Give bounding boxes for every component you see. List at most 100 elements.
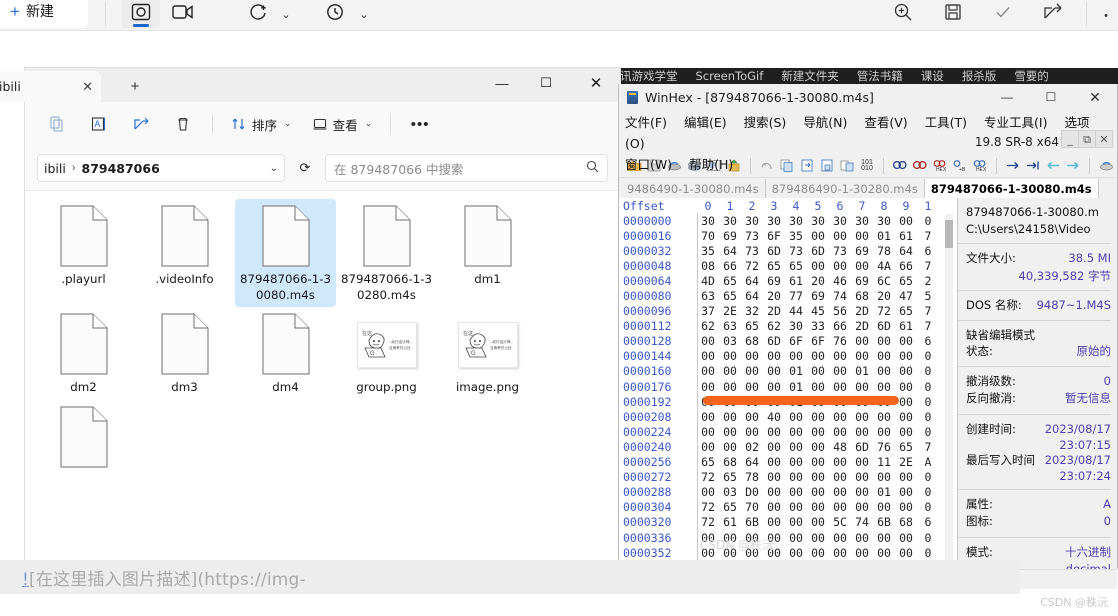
- hex-byte[interactable]: 47: [895, 289, 917, 303]
- hex-byte[interactable]: 00: [895, 349, 917, 363]
- hex-byte[interactable]: 00: [807, 485, 829, 499]
- hex-byte[interactable]: 00: [697, 349, 719, 363]
- hex-row[interactable]: 0000112 62 63 65 62 30 33 66 2D 6D 61 7: [619, 319, 957, 334]
- hex-row[interactable]: 0000064 4D 65 64 69 61 20 46 69 6C 65 2: [619, 273, 957, 288]
- hex-byte[interactable]: 66: [719, 259, 741, 273]
- hex-row[interactable]: 0000160 00 00 00 00 01 00 00 01 00 00 0: [619, 364, 957, 379]
- hex-byte[interactable]: 0: [917, 410, 939, 424]
- hex-byte[interactable]: 66: [829, 319, 851, 333]
- hex-byte[interactable]: 2D: [763, 304, 785, 318]
- back-arrow-icon[interactable]: [1044, 157, 1062, 175]
- menu-item-specialist[interactable]: 专业工具(I): [984, 115, 1047, 130]
- hex-byte[interactable]: 7: [917, 440, 939, 454]
- hex-byte[interactable]: 00: [719, 410, 741, 424]
- hex-byte[interactable]: 00: [785, 455, 807, 469]
- hex-byte[interactable]: 65: [763, 259, 785, 273]
- hex-byte[interactable]: 00: [851, 546, 873, 560]
- bookmark-item[interactable]: 雪要的: [1014, 68, 1049, 84]
- hex-byte[interactable]: 45: [807, 304, 829, 318]
- hex-byte[interactable]: D0: [741, 485, 763, 499]
- chevron-down-icon[interactable]: ⌄: [365, 119, 373, 129]
- hex-byte[interactable]: 46: [829, 274, 851, 288]
- hex-byte[interactable]: 00: [763, 470, 785, 484]
- hex-byte[interactable]: 00: [873, 425, 895, 439]
- tab-879486490-30280[interactable]: 879486490-1-30280.m4s: [766, 179, 925, 198]
- hex-byte[interactable]: 00: [697, 440, 719, 454]
- hex-byte[interactable]: 70: [741, 500, 763, 514]
- hex-byte[interactable]: 64: [741, 274, 763, 288]
- hex-byte[interactable]: 6: [917, 244, 939, 258]
- hex-editor-pane[interactable]: Offset 0 1 2 3 4 5 6 7 8 9 1 0000000 30 …: [619, 198, 957, 569]
- hex-byte[interactable]: 6F: [763, 229, 785, 243]
- hex-byte[interactable]: 00: [763, 349, 785, 363]
- tab-879486490-30080[interactable]: 9486490-1-30080.m4s: [621, 179, 766, 198]
- hex-byte[interactable]: 00: [829, 364, 851, 378]
- hex-byte[interactable]: 65: [895, 440, 917, 454]
- hex-byte[interactable]: 44: [785, 304, 807, 318]
- hex-byte[interactable]: 00: [829, 500, 851, 514]
- hex-byte[interactable]: 00: [829, 349, 851, 363]
- hex-byte[interactable]: 00: [851, 455, 873, 469]
- hex-byte[interactable]: 00: [719, 440, 741, 454]
- hex-byte[interactable]: 00: [763, 380, 785, 394]
- hex-byte[interactable]: 5: [917, 289, 939, 303]
- menu-item-view[interactable]: 查看(V): [864, 115, 907, 130]
- hex-byte[interactable]: 65: [719, 470, 741, 484]
- breadcrumb-root[interactable]: ibili: [44, 161, 66, 176]
- hex-byte[interactable]: 30: [763, 214, 785, 228]
- gif-record-icon[interactable]: [240, 0, 278, 28]
- hex-byte[interactable]: 65: [719, 289, 741, 303]
- hex-row[interactable]: 0000080 63 65 64 20 77 69 74 68 20 47 5: [619, 288, 957, 303]
- hex-byte[interactable]: 00: [829, 546, 851, 560]
- hex-byte[interactable]: 00: [741, 364, 763, 378]
- zoom-in-icon[interactable]: [884, 0, 922, 28]
- list-item[interactable]: 在这 G --欢行这计神-- 互换考付公社 group.png: [336, 307, 437, 400]
- copy-block-icon[interactable]: [838, 157, 856, 175]
- hex-byte[interactable]: 00: [851, 349, 873, 363]
- list-item[interactable]: .playurl: [33, 199, 134, 307]
- hex-row[interactable]: 0000272 72 65 78 00 00 00 00 00 00 00 0: [619, 470, 957, 485]
- hex-byte[interactable]: 00: [719, 364, 741, 378]
- hex-byte[interactable]: 68: [851, 289, 873, 303]
- hex-byte[interactable]: 0: [917, 380, 939, 394]
- hex-byte[interactable]: 0: [917, 485, 939, 499]
- list-item[interactable]: dm4: [235, 307, 336, 400]
- hex-byte[interactable]: 62: [763, 319, 785, 333]
- bookmark-item[interactable]: 新建文件夹: [781, 68, 839, 84]
- search-hex-icon[interactable]: HEX: [971, 157, 989, 175]
- list-item[interactable]: dm3: [134, 307, 235, 400]
- winhex-close-button[interactable]: ✕: [1073, 84, 1117, 110]
- hex-byte[interactable]: 01: [873, 485, 895, 499]
- hex-byte[interactable]: 30: [741, 214, 763, 228]
- hex-byte[interactable]: 00: [807, 500, 829, 514]
- sort-button[interactable]: 排序 ⌄: [222, 108, 301, 140]
- hex-byte[interactable]: 11: [873, 455, 895, 469]
- hex-byte[interactable]: 64: [895, 244, 917, 258]
- explorer-tab-ibili[interactable]: ibili ✕: [0, 71, 101, 102]
- hex-byte[interactable]: 2E: [719, 304, 741, 318]
- hex-byte[interactable]: 00: [741, 425, 763, 439]
- hex-byte[interactable]: 72: [741, 259, 763, 273]
- hex-byte[interactable]: 48: [829, 440, 851, 454]
- hex-byte[interactable]: 00: [873, 500, 895, 514]
- hex-byte[interactable]: 0: [917, 349, 939, 363]
- hex-byte[interactable]: 00: [895, 334, 917, 348]
- list-item-selected[interactable]: 879487066-1-30080.m4s: [235, 199, 336, 308]
- hex-byte[interactable]: 00: [785, 515, 807, 529]
- hex-byte[interactable]: 00: [785, 425, 807, 439]
- hex-byte[interactable]: 0: [917, 364, 939, 378]
- hex-byte[interactable]: 30: [829, 214, 851, 228]
- hex-byte[interactable]: 68: [719, 455, 741, 469]
- close-icon[interactable]: ✕: [82, 80, 93, 93]
- hex-row[interactable]: 0000288 00 03 D0 00 00 00 00 00 01 00 0: [619, 485, 957, 500]
- hex-byte[interactable]: 00: [785, 500, 807, 514]
- hex-byte[interactable]: 62: [697, 319, 719, 333]
- hex-byte[interactable]: 00: [829, 470, 851, 484]
- hex-byte[interactable]: 65: [895, 274, 917, 288]
- hex-byte[interactable]: 72: [697, 500, 719, 514]
- hex-byte[interactable]: 30: [719, 214, 741, 228]
- hex-byte[interactable]: 69: [807, 289, 829, 303]
- hex-byte[interactable]: 02: [741, 440, 763, 454]
- breadcrumb-current[interactable]: 879487066: [82, 161, 160, 176]
- hex-byte[interactable]: 69: [719, 229, 741, 243]
